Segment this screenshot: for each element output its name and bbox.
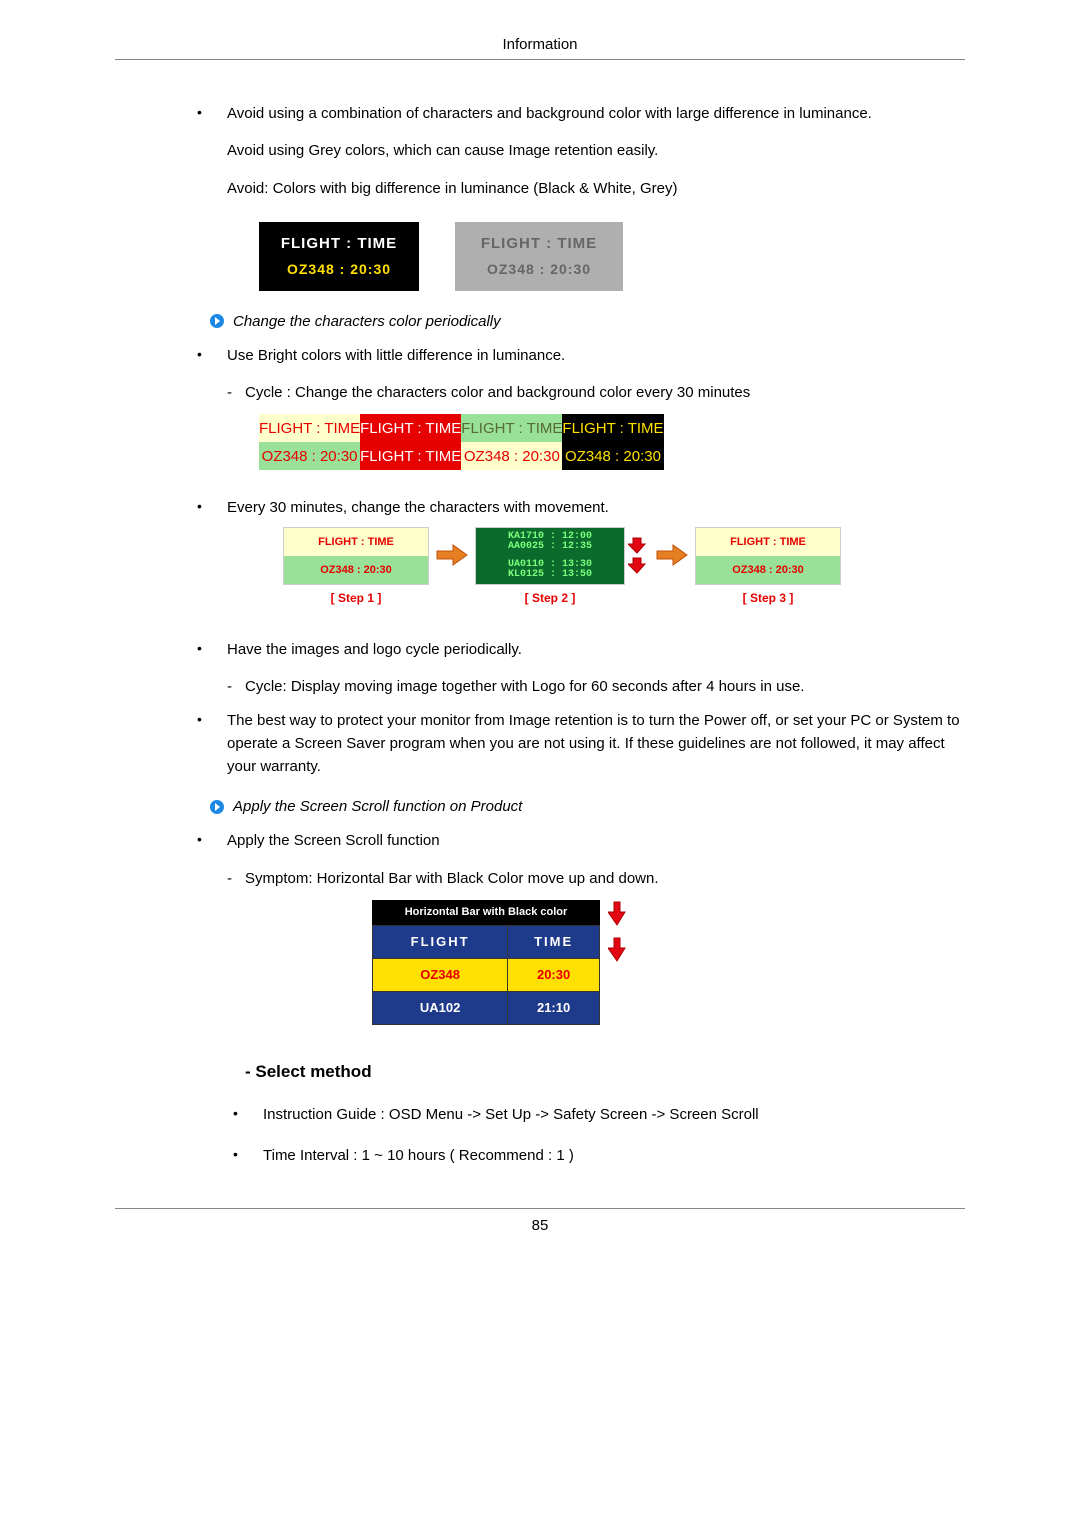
arrow-right-icon [649, 527, 695, 583]
page-number: 85 [532, 1217, 549, 1234]
black-bar: Horizontal Bar with Black color [372, 900, 600, 925]
example-card-grey: FLIGHT : TIME OZ348 : 20:30 [455, 222, 623, 291]
body-text: Use Bright colors with little difference… [227, 347, 565, 364]
body-text: Avoid: Colors with big difference in lum… [227, 177, 965, 200]
cell-text: OZ348 : 20:30 [696, 556, 840, 584]
card-text: OZ348 : 20:30 [455, 259, 623, 281]
board: Horizontal Bar with Black color FLIGHT T… [372, 900, 600, 1025]
body-text: The best way to protect your monitor fro… [227, 712, 960, 776]
cell-text: OZ348 : 20:30 [562, 442, 663, 470]
section-heading: Change the characters color periodically [209, 313, 965, 330]
table-header: TIME [508, 925, 600, 958]
step-label: [ Step 2 ] [475, 589, 625, 608]
list-item: Every 30 minutes, change the characters … [209, 496, 965, 608]
cell-text: OZ348 : 20:30 [284, 556, 428, 584]
cell-text: OZ348 : 20:30 [461, 442, 562, 470]
section-title: Apply the Screen Scroll function on Prod… [233, 798, 522, 815]
list-item: Time Interval : 1 ~ 10 hours ( Recommend… [245, 1144, 965, 1167]
cell-text: FLIGHT : TIME [360, 414, 461, 442]
cell-text: FLIGHT : TIME [461, 414, 562, 442]
figure-avoid-luminance: FLIGHT : TIME OZ348 : 20:30 FLIGHT : TIM… [259, 222, 965, 291]
down-arrow-icon [608, 936, 626, 962]
down-arrows [608, 900, 626, 962]
arrow-bullet-icon [209, 313, 225, 329]
list-item: The best way to protect your monitor fro… [209, 709, 965, 779]
list-item: Have the images and logo cycle periodica… [209, 638, 965, 699]
body-text: Avoid using Grey colors, which can cause… [227, 139, 965, 162]
cell-text: KA1710 : 12:00 AA0025 : 12:35 [476, 528, 624, 556]
card-text: FLIGHT : TIME [259, 232, 419, 255]
down-arrow-icon [625, 527, 649, 583]
table-cell: 21:10 [508, 991, 600, 1024]
arrow-right-icon [429, 527, 475, 583]
body-text: Time Interval : 1 ~ 10 hours ( Recommend… [263, 1147, 574, 1164]
page-content: Avoid using a combination of characters … [209, 102, 965, 1168]
step-2: KA1710 : 12:00 AA0025 : 12:35 UA0110 : 1… [475, 527, 625, 608]
cell-text: FLIGHT : TIME [284, 528, 428, 556]
page: Information Avoid using a combination of… [0, 0, 1080, 1527]
arrow-bullet-icon [209, 799, 225, 815]
table-cell: 20:30 [508, 958, 600, 991]
list-item: Symptom: Horizontal Bar with Black Color… [227, 867, 965, 890]
body-text: Have the images and logo cycle periodica… [227, 641, 522, 658]
cell-text: FLIGHT : TIME [360, 442, 461, 470]
body-text: Apply the Screen Scroll function [227, 832, 440, 849]
table-cell: OZ348 [373, 958, 508, 991]
card-text: FLIGHT : TIME [455, 232, 623, 255]
figure-color-cycle: FLIGHT : TIME OZ348 : 20:30 FLIGHT : TIM… [259, 414, 965, 470]
list-item: Use Bright colors with little difference… [209, 344, 965, 471]
body-text: Cycle : Change the characters color and … [245, 384, 750, 401]
body-text: Every 30 minutes, change the characters … [227, 499, 609, 516]
list-item: Instruction Guide : OSD Menu -> Set Up -… [245, 1103, 965, 1126]
card-text: OZ348 : 20:30 [259, 259, 419, 281]
section-heading: Apply the Screen Scroll function on Prod… [209, 798, 965, 815]
cell-text: OZ348 : 20:30 [259, 442, 360, 470]
page-footer: 85 [115, 1208, 965, 1234]
header-title: Information [502, 36, 577, 53]
list-item: Apply the Screen Scroll function Symptom… [209, 829, 965, 1167]
table-header: FLIGHT [373, 925, 508, 958]
figure-screen-scroll: Horizontal Bar with Black color FLIGHT T… [372, 900, 965, 1025]
cell-text: FLIGHT : TIME [259, 414, 360, 442]
section-title: Change the characters color periodically [233, 313, 501, 330]
cell-text: UA0110 : 13:30 KL0125 : 13:50 [476, 556, 624, 584]
list-item: Avoid using a combination of characters … [209, 102, 965, 291]
step-1: FLIGHT : TIME OZ348 : 20:30 [ Step 1 ] [283, 527, 429, 608]
step-label: [ Step 1 ] [283, 589, 429, 608]
step-3: FLIGHT : TIME OZ348 : 20:30 [ Step 3 ] [695, 527, 841, 608]
flight-table: FLIGHT TIME OZ348 20:30 UA102 21:10 [372, 925, 600, 1025]
figure-movement-cycle: FLIGHT : TIME OZ348 : 20:30 [ Step 1 ] K… [283, 527, 965, 608]
select-method-heading: - Select method [245, 1059, 965, 1085]
body-text: Cycle: Display moving image together wit… [245, 678, 804, 695]
list-item: Cycle : Change the characters color and … [227, 381, 965, 404]
cell-text: FLIGHT : TIME [696, 528, 840, 556]
heading-text: - Select method [245, 1062, 372, 1081]
list-item: Cycle: Display moving image together wit… [227, 675, 965, 698]
example-card-black: FLIGHT : TIME OZ348 : 20:30 [259, 222, 419, 291]
body-text: Symptom: Horizontal Bar with Black Color… [245, 870, 659, 887]
step-label: [ Step 3 ] [695, 589, 841, 608]
body-text: Avoid using a combination of characters … [227, 105, 872, 122]
page-header: Information [115, 36, 965, 60]
down-arrow-icon [608, 900, 626, 926]
table-cell: UA102 [373, 991, 508, 1024]
body-text: Instruction Guide : OSD Menu -> Set Up -… [263, 1106, 759, 1123]
cell-text: FLIGHT : TIME [562, 414, 663, 442]
